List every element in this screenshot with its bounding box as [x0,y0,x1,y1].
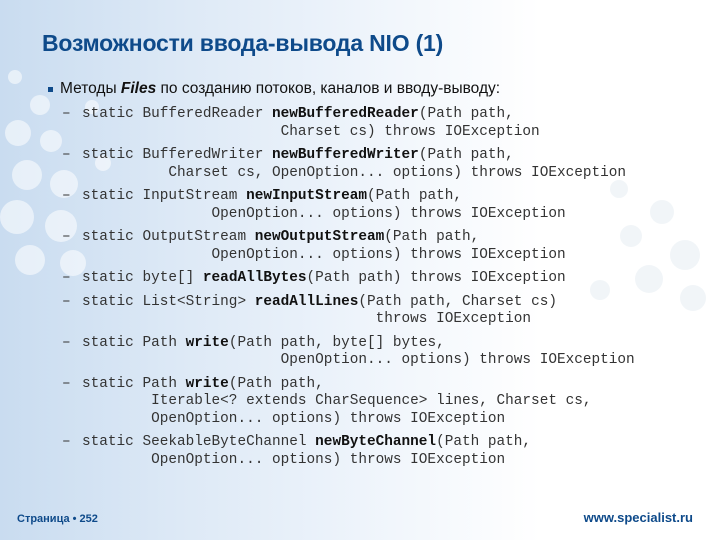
method-item: – static BufferedReader newBufferedReader… [62,106,635,141]
method-signature-prefix: static OutputStream [82,229,255,245]
method-item: – static byte[] readAllBytes(Path path) t… [62,270,635,288]
method-item: – static Path write(Path path, byte[] byt… [62,335,635,370]
dash-marker: – [62,106,71,122]
dash-marker: – [62,434,71,450]
intro-prefix: Методы [60,80,121,97]
method-signature-rest: (Path path) throws IOException [306,270,566,286]
method-name: write [185,375,229,392]
method-signature-prefix: static BufferedReader [82,106,272,122]
website-link[interactable]: www.specialist.ru [584,510,693,525]
dash-marker: – [62,293,71,310]
method-name: newOutputStream [254,229,385,245]
dash-marker: – [62,375,71,392]
dash-marker: – [62,229,71,245]
method-name: readAllLines [254,293,359,310]
method-list: – static BufferedReader newBufferedReader… [62,106,635,475]
method-name: write [185,334,229,351]
dash-marker: – [62,147,71,163]
method-signature-prefix: static Path [82,334,186,351]
method-item: – static List<String> readAllLines(Path p… [62,294,635,329]
method-item: – static SeekableByteChannel newByteChann… [62,434,635,469]
slide-title: Возможности ввода-вывода NIO (1) [42,30,444,56]
method-signature-prefix: static SeekableByteChannel [82,434,316,450]
method-name: newByteChannel [315,434,437,450]
method-signature-prefix: static byte[] [82,270,203,286]
method-name: newBufferedReader [272,106,419,122]
intro-emphasis: Files [120,80,157,97]
dash-marker: – [62,188,71,204]
method-item: – static OutputStream newOutputStream(Pat… [62,229,635,264]
intro-suffix: по созданию потоков, каналов и вводу-выв… [156,80,501,97]
method-signature-prefix: static InputStream [82,188,247,204]
method-signature-prefix: static Path [82,375,186,392]
method-name: newBufferedWriter [272,147,419,163]
method-name: readAllBytes [202,270,307,286]
method-signature-prefix: static BufferedWriter [82,147,272,163]
intro-bullet: Методы Files по созданию потоков, канало… [48,80,500,98]
method-item: – static InputStream newInputStream(Path … [62,188,635,223]
method-item: – static BufferedWriter newBufferedWriter… [62,147,635,182]
method-signature-prefix: static List<String> [82,293,255,310]
dash-marker: – [62,334,71,351]
method-name: newInputStream [246,188,367,204]
method-item: – static Path write(Path path, Iterable<?… [62,376,635,429]
page-number: Страница • 252 [17,513,98,525]
dash-marker: – [62,270,71,286]
bullet-square-icon [48,87,53,92]
